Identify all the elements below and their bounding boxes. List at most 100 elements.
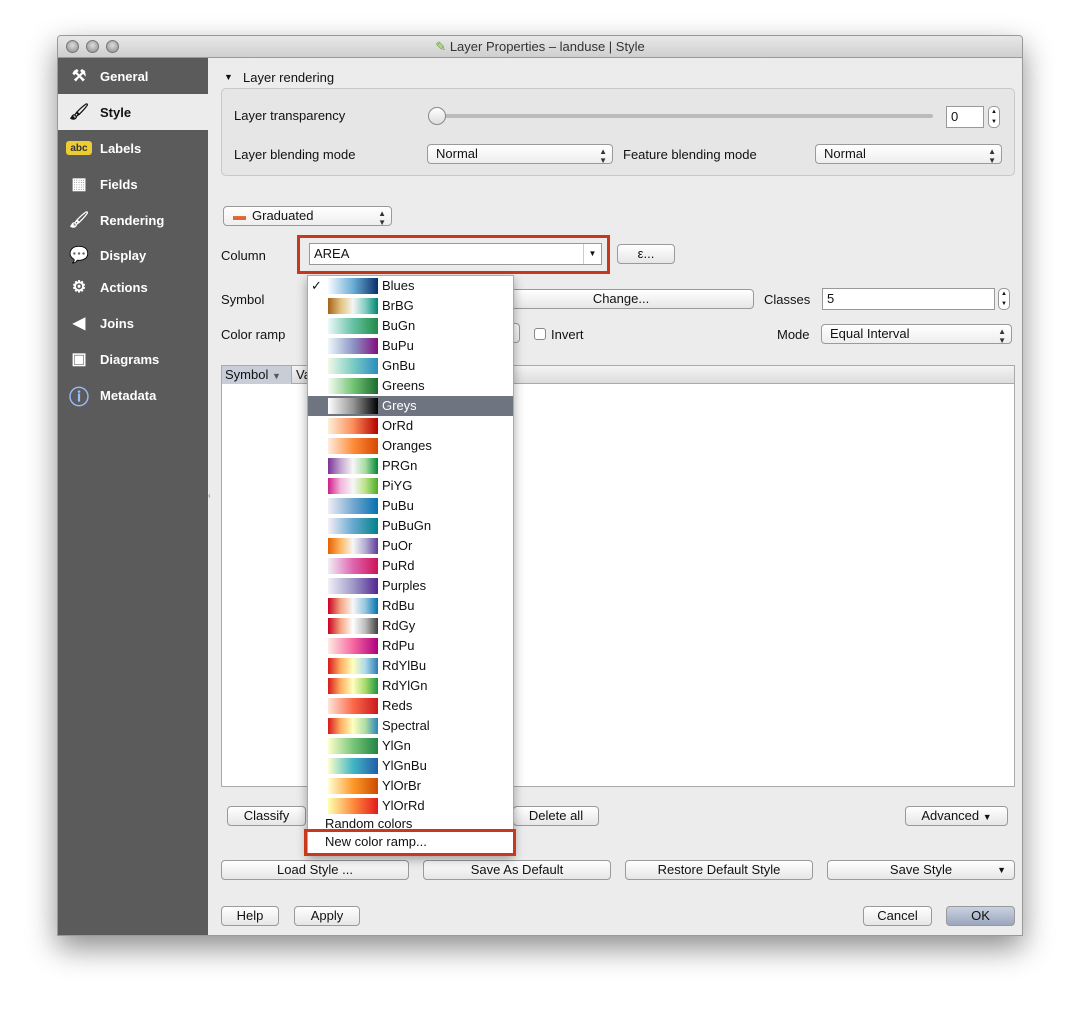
- updown-icon: ▲ ▼: [998, 327, 1006, 345]
- ramp-swatch: [328, 398, 378, 414]
- ramp-name: GnBu: [382, 358, 416, 373]
- ramp-item-piyg[interactable]: PiYG: [308, 476, 513, 496]
- ramp-item-oranges[interactable]: Oranges: [308, 436, 513, 456]
- help-button[interactable]: Help: [221, 906, 279, 926]
- new-ramp-highlight-box: [304, 829, 516, 856]
- ramp-name: Purples: [382, 578, 427, 593]
- ramp-swatch: [328, 378, 378, 394]
- ramp-item-bupu[interactable]: BuPu: [308, 336, 513, 356]
- ramp-item-spectral[interactable]: Spectral: [308, 716, 513, 736]
- classes-stepper[interactable]: ▲ ▼: [998, 288, 1010, 310]
- ramp-name: Spectral: [382, 718, 430, 733]
- ramp-swatch: [328, 298, 378, 314]
- expression-button[interactable]: ε...: [617, 244, 675, 264]
- column-select[interactable]: AREA ▼: [309, 243, 602, 265]
- sidebar-item-rendering[interactable]: 🖌 Rendering: [58, 202, 208, 238]
- value: AREA: [314, 246, 350, 261]
- load-style-button[interactable]: Load Style ...: [221, 860, 409, 880]
- ramp-item-pubugn[interactable]: PuBuGn: [308, 516, 513, 536]
- mode-label: Mode: [777, 327, 810, 342]
- ramp-item-blues[interactable]: ✓ Blues: [308, 276, 513, 296]
- transparency-slider[interactable]: [430, 114, 933, 118]
- ramp-item-gnbu[interactable]: GnBu: [308, 356, 513, 376]
- value: Graduated: [252, 208, 314, 223]
- minimize-button[interactable]: [86, 40, 99, 53]
- sidebar-item-display[interactable]: 💬 Display: [58, 237, 208, 273]
- classes-input[interactable]: 5: [822, 288, 995, 310]
- ramp-item-greens[interactable]: Greens: [308, 376, 513, 396]
- ramp-item-orrd[interactable]: OrRd: [308, 416, 513, 436]
- ramp-item-rdylgn[interactable]: RdYlGn: [308, 676, 513, 696]
- abc-label-icon: abc: [66, 141, 92, 155]
- slider-handle[interactable]: [428, 107, 446, 125]
- sidebar-item-label: Style: [100, 104, 132, 120]
- ramp-swatch: [328, 618, 378, 634]
- apply-button[interactable]: Apply: [294, 906, 360, 926]
- ramp-item-ylgn[interactable]: YlGn: [308, 736, 513, 756]
- ramp-name: Greys: [382, 398, 417, 413]
- sidebar-item-labels[interactable]: abc Labels: [58, 130, 208, 166]
- ramp-item-rdylbu[interactable]: RdYlBu: [308, 656, 513, 676]
- transparency-input[interactable]: 0: [946, 106, 984, 128]
- sidebar-item-joins[interactable]: ◀ Joins: [58, 305, 208, 341]
- ramp-swatch: [328, 538, 378, 554]
- column-header-symbol[interactable]: Symbol ▼: [222, 366, 292, 384]
- save-style-button[interactable]: Save Style ▼: [827, 860, 1015, 880]
- restore-default-style-button[interactable]: Restore Default Style: [625, 860, 813, 880]
- ramp-item-rdpu[interactable]: RdPu: [308, 636, 513, 656]
- sidebar-item-general[interactable]: ⚒ General: [58, 58, 208, 94]
- ramp-item-pubu[interactable]: PuBu: [308, 496, 513, 516]
- delete-all-button[interactable]: Delete all: [513, 806, 599, 826]
- mode-select[interactable]: Equal Interval ▲ ▼: [821, 324, 1012, 345]
- ramp-item-ylorrd[interactable]: YlOrRd: [308, 796, 513, 816]
- collapse-triangle-icon[interactable]: ▼: [224, 72, 233, 82]
- ramp-item-prgn[interactable]: PRGn: [308, 456, 513, 476]
- ramp-name: BuGn: [382, 318, 416, 333]
- ramp-name: Greens: [382, 378, 425, 393]
- ramp-item-greys[interactable]: Greys: [308, 396, 513, 416]
- transparency-label: Layer transparency: [234, 108, 346, 123]
- sidebar-item-diagrams[interactable]: ▣ Diagrams: [58, 341, 208, 377]
- invert-label: Invert: [551, 327, 584, 342]
- invert-checkbox[interactable]: [534, 328, 546, 340]
- sidebar-item-metadata[interactable]: ⓘ Metadata: [58, 377, 208, 413]
- ramp-item-bugn[interactable]: BuGn: [308, 316, 513, 336]
- dropdown-arrow-icon: ▼: [982, 812, 992, 822]
- ramp-item-reds[interactable]: Reds: [308, 696, 513, 716]
- advanced-button[interactable]: Advanced ▼: [905, 806, 1008, 826]
- classify-button[interactable]: Classify: [227, 806, 306, 826]
- ramp-item-ylgnbu[interactable]: YlGnBu: [308, 756, 513, 776]
- ramp-item-brbg[interactable]: BrBG: [308, 296, 513, 316]
- ramp-item-puor[interactable]: PuOr: [308, 536, 513, 556]
- transparency-stepper[interactable]: ▲ ▼: [988, 106, 1000, 128]
- ramp-item-rdgy[interactable]: RdGy: [308, 616, 513, 636]
- ramp-item-rdbu[interactable]: RdBu: [308, 596, 513, 616]
- renderer-type-select[interactable]: ▬ Graduated ▲ ▼: [223, 206, 392, 227]
- cancel-button[interactable]: Cancel: [863, 906, 932, 926]
- change-symbol-button[interactable]: Change...: [488, 289, 754, 309]
- gear-icon: ⚙: [71, 279, 87, 296]
- layer-properties-window: ✎ Layer Properties – landuse | Style ⚒ Ge…: [57, 35, 1023, 936]
- updown-icon: ▲ ▼: [599, 147, 607, 165]
- qgis-icon: ✎: [435, 39, 447, 54]
- sidebar-item-fields[interactable]: ▦ Fields: [58, 166, 208, 202]
- zoom-button[interactable]: [106, 40, 119, 53]
- close-button[interactable]: [66, 40, 79, 53]
- sidebar: ⚒ General 🖌 Style abc Labels ▦ Fields 🖌 Rendering…: [58, 58, 208, 935]
- dropdown-arrow-icon: ▼: [583, 244, 601, 264]
- ramp-item-purples[interactable]: Purples: [308, 576, 513, 596]
- title-bar: ✎ Layer Properties – landuse | Style: [58, 36, 1022, 58]
- ramp-swatch: [328, 598, 378, 614]
- sidebar-item-actions[interactable]: ⚙ Actions: [58, 269, 208, 305]
- sidebar-item-style[interactable]: 🖌 Style: [58, 94, 208, 130]
- feature-blending-select[interactable]: Normal ▲ ▼: [815, 144, 1002, 165]
- splitter-handle[interactable]: ‹: [208, 491, 211, 500]
- ramp-name: BrBG: [382, 298, 414, 313]
- ramp-item-ylorbr[interactable]: YlOrBr: [308, 776, 513, 796]
- sidebar-item-label: Display: [100, 247, 147, 263]
- ramp-name: RdGy: [382, 618, 416, 633]
- save-as-default-button[interactable]: Save As Default: [423, 860, 611, 880]
- ok-button[interactable]: OK: [946, 906, 1015, 926]
- layer-blending-select[interactable]: Normal ▲ ▼: [427, 144, 613, 165]
- ramp-item-purd[interactable]: PuRd: [308, 556, 513, 576]
